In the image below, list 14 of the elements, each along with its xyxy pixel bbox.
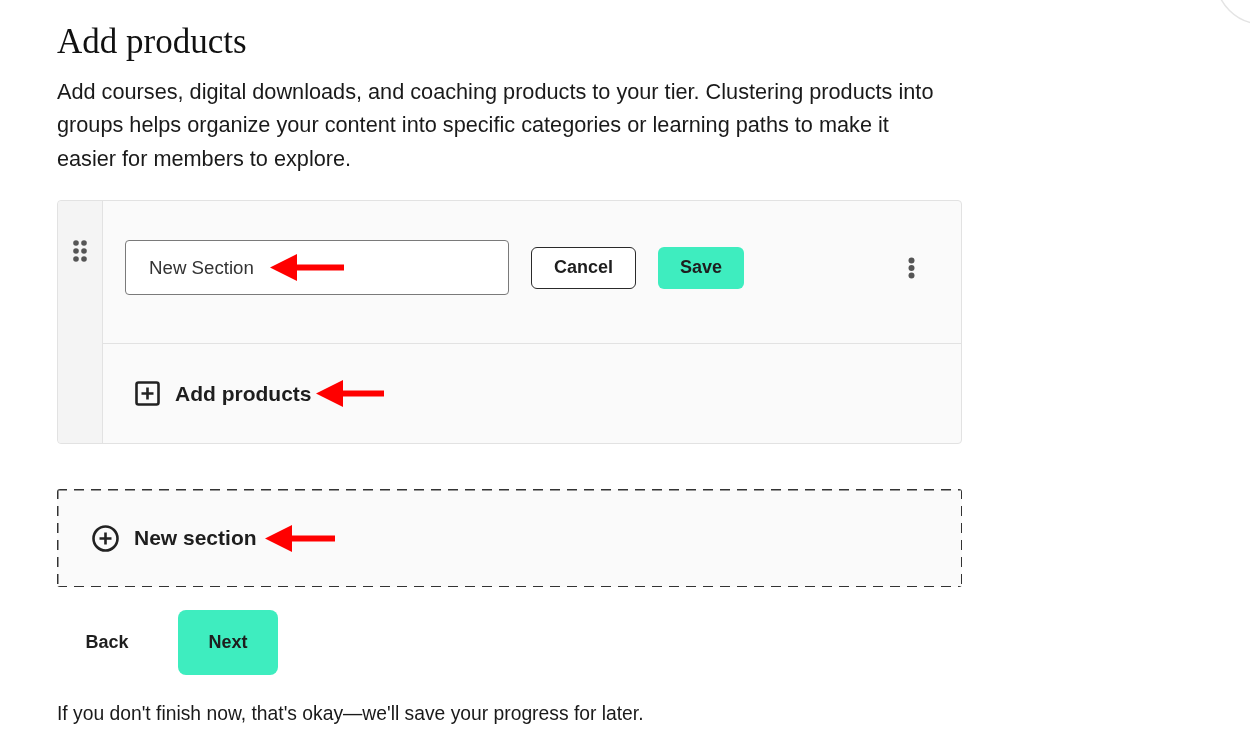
save-button[interactable]: Save (658, 246, 745, 289)
save-progress-note: If you don't finish now, that's okay—we'll save your progress for later. (57, 702, 645, 727)
description-text: Add courses, digital downloads, and coaching products to your tier. Clustering products into groups helps organize your content into specific categories or learning paths to make it easier for members to explore. (57, 78, 935, 173)
new-section-button[interactable]: New section (92, 524, 257, 552)
cancel-button[interactable]: Cancel (531, 246, 637, 289)
more-icon[interactable] (908, 256, 915, 279)
page-title: Add products (57, 22, 248, 62)
next-button[interactable]: Next (178, 610, 278, 676)
back-button[interactable]: Back (57, 610, 157, 676)
add-products-button[interactable]: Add products (135, 381, 312, 407)
drag-handle-icon[interactable] (73, 240, 87, 263)
plus-square-icon (135, 381, 160, 407)
section-name-field[interactable]: New Section (125, 240, 509, 296)
plus-circle-icon (92, 524, 119, 552)
